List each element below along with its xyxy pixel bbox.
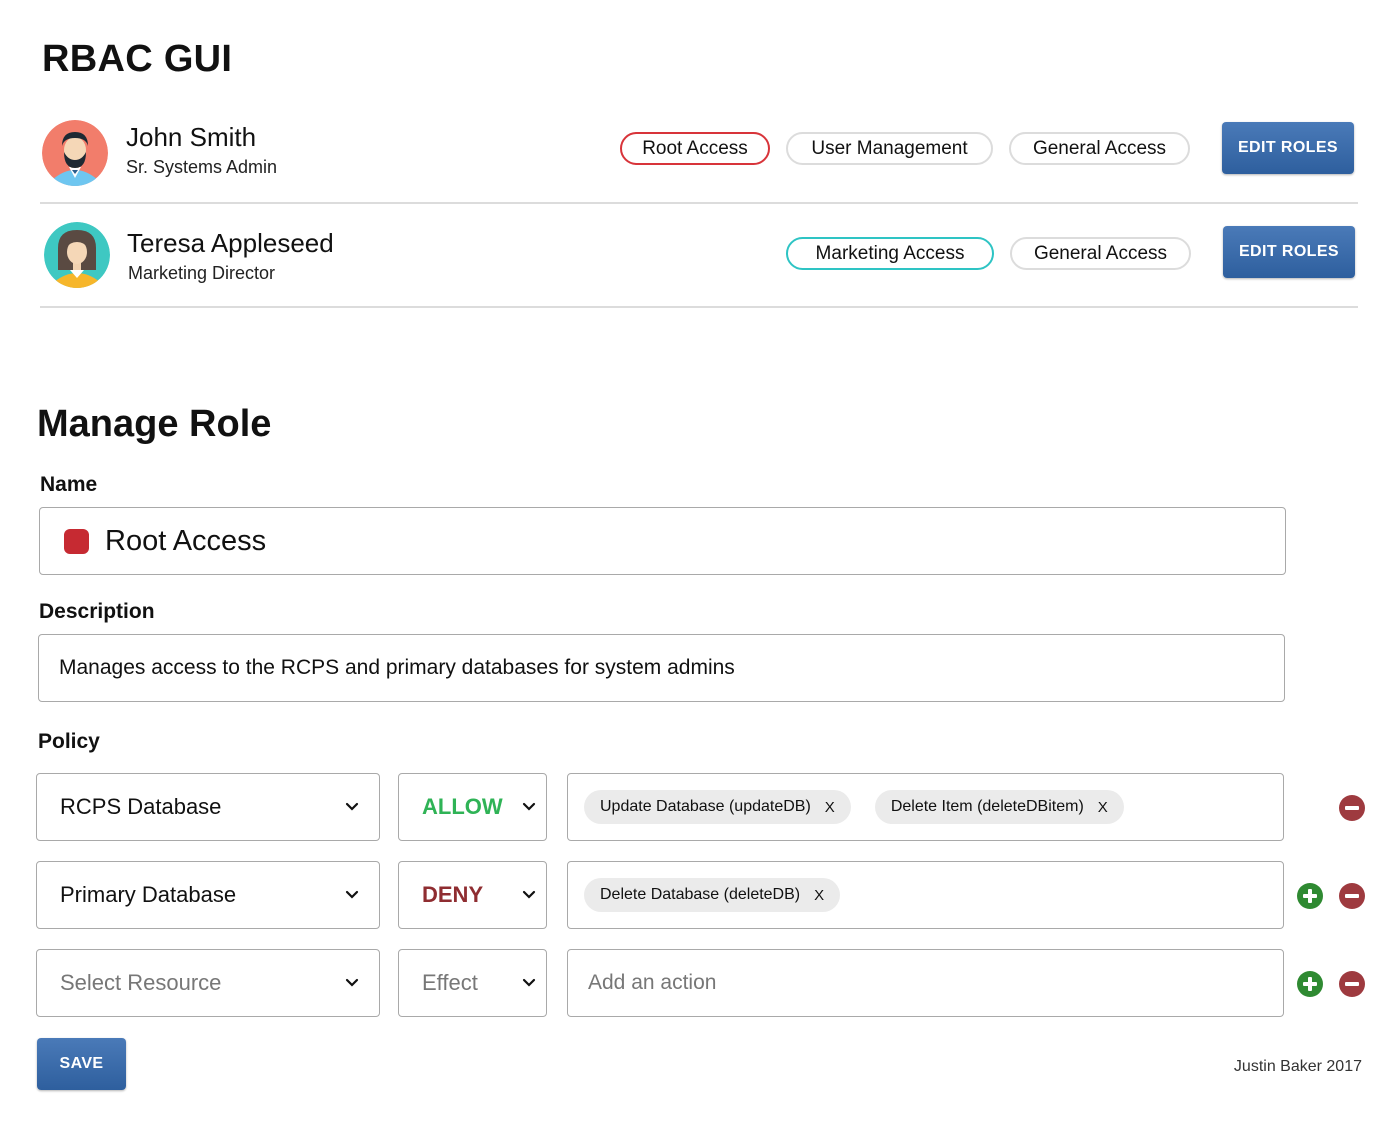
user-name: John Smith: [126, 122, 257, 152]
save-button[interactable]: SAVE: [37, 1038, 126, 1090]
male-avatar-icon: [42, 120, 108, 186]
section-title: Manage Role: [37, 403, 272, 445]
add-action-input[interactable]: Add an action: [567, 949, 1284, 1017]
chevron-down-icon: [345, 802, 359, 811]
minus-circle-icon: [1339, 971, 1365, 997]
effect-select[interactable]: DENY: [398, 861, 547, 929]
role-pill-general-access[interactable]: General Access: [1010, 237, 1191, 270]
edit-roles-button[interactable]: EDIT ROLES: [1222, 122, 1354, 174]
resource-select-value: Primary Database: [60, 882, 237, 907]
chevron-down-icon: [522, 890, 536, 899]
effect-select[interactable]: ALLOW: [398, 773, 547, 841]
description-value: Manages access to the RCPS and primary d…: [59, 656, 735, 679]
plus-circle-icon: [1297, 971, 1323, 997]
actions-field[interactable]: Update Database (updateDB) X Delete Item…: [567, 773, 1284, 841]
resource-select[interactable]: Primary Database: [36, 861, 380, 929]
chip-remove-button[interactable]: X: [825, 799, 835, 816]
action-chip: Delete Database (deleteDB) X: [584, 878, 841, 912]
add-policy-button[interactable]: [1296, 882, 1324, 910]
chevron-down-icon: [522, 978, 536, 987]
name-label: Name: [40, 473, 98, 496]
chevron-down-icon: [522, 802, 536, 811]
edit-roles-button[interactable]: EDIT ROLES: [1223, 226, 1355, 278]
remove-policy-button[interactable]: [1338, 882, 1366, 910]
resource-select-value: RCPS Database: [60, 794, 222, 819]
role-color-swatch[interactable]: [64, 528, 89, 554]
chevron-down-icon: [345, 890, 359, 899]
role-name-value: Root Access: [105, 524, 267, 557]
effect-select[interactable]: Effect: [398, 949, 547, 1017]
effect-select-value: ALLOW: [422, 794, 503, 819]
role-pill-marketing-access[interactable]: Marketing Access: [786, 237, 994, 270]
action-chip-label: Delete Item (deleteDBitem): [890, 798, 1084, 815]
add-action-placeholder: Add an action: [588, 971, 717, 994]
female-avatar-icon: [44, 222, 110, 288]
effect-select-placeholder: Effect: [422, 970, 478, 995]
policy-label: Policy: [38, 730, 100, 753]
actions-field[interactable]: Delete Database (deleteDB) X: [567, 861, 1284, 929]
action-chip-label: Delete Database (deleteDB): [600, 886, 801, 903]
add-policy-button[interactable]: [1296, 970, 1324, 998]
description-field[interactable]: Manages access to the RCPS and primary d…: [38, 634, 1285, 702]
user-title: Marketing Director: [128, 263, 276, 283]
minus-circle-icon: [1339, 883, 1365, 909]
resource-select[interactable]: Select Resource: [36, 949, 380, 1017]
user-title: Sr. Systems Admin: [126, 157, 278, 177]
role-pill-user-management[interactable]: User Management: [786, 132, 993, 165]
chevron-down-icon: [345, 978, 359, 987]
user-row: Teresa Appleseed Marketing Director Mark…: [40, 204, 1358, 308]
app-title: RBAC GUI: [42, 38, 233, 80]
resource-select[interactable]: RCPS Database: [36, 773, 380, 841]
footer-credit: Justin Baker 2017: [1233, 1058, 1362, 1075]
role-pill-root-access[interactable]: Root Access: [620, 132, 770, 165]
plus-circle-icon: [1297, 883, 1323, 909]
role-name-field[interactable]: Root Access: [39, 507, 1286, 575]
description-label: Description: [39, 600, 155, 623]
remove-policy-button[interactable]: [1338, 794, 1366, 822]
resource-select-placeholder: Select Resource: [60, 970, 222, 995]
action-chip: Update Database (updateDB) X: [584, 790, 851, 824]
minus-circle-icon: [1339, 795, 1365, 821]
chip-remove-button[interactable]: X: [1098, 799, 1108, 816]
user-name: Teresa Appleseed: [127, 228, 334, 258]
effect-select-value: DENY: [422, 882, 484, 907]
role-pill-general-access[interactable]: General Access: [1009, 132, 1190, 165]
chip-remove-button[interactable]: X: [814, 887, 824, 904]
remove-policy-button[interactable]: [1338, 970, 1366, 998]
action-chip-label: Update Database (updateDB): [600, 798, 811, 815]
user-row: John Smith Sr. Systems Admin Root Access…: [40, 100, 1358, 204]
action-chip: Delete Item (deleteDBitem) X: [874, 790, 1124, 824]
